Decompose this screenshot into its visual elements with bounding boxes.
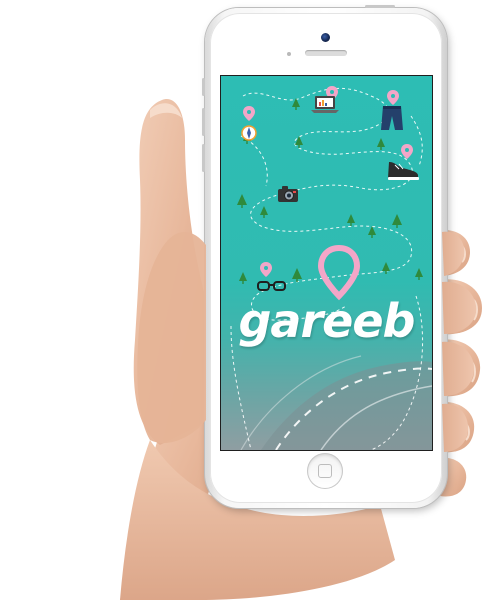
logo-pin-icon: [317, 244, 361, 301]
glasses-icon: [257, 281, 286, 291]
compass-icon: [241, 125, 257, 141]
proximity-sensor: [287, 52, 291, 56]
volume-up-button: [202, 108, 205, 136]
jeans-icon: [381, 106, 403, 130]
earpiece-speaker: [305, 50, 347, 56]
laptop-icon: [311, 96, 339, 113]
iphone-device: gareeb: [202, 5, 447, 508]
front-camera-icon: [321, 33, 330, 42]
photo-stage: gareeb: [0, 0, 499, 600]
sneaker-icon: [388, 162, 419, 180]
home-button[interactable]: [307, 453, 343, 489]
splash-illustration: [230, 86, 432, 450]
home-square-icon: [318, 464, 332, 478]
camera-icon: [278, 186, 298, 202]
mute-switch: [202, 78, 205, 96]
app-splash-screen[interactable]: gareeb: [221, 76, 432, 450]
app-logo-text: gareeb: [238, 294, 416, 348]
volume-down-button: [202, 144, 205, 172]
power-button: [365, 5, 395, 8]
